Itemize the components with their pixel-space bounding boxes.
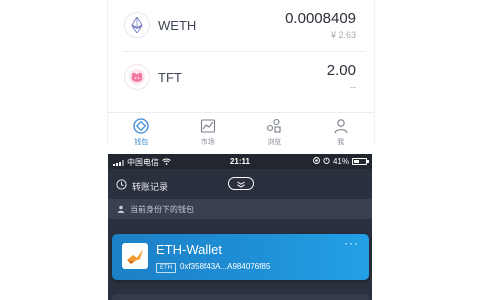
bottom-tab-bar: 钱包 市场 浏览 我 [108,112,374,147]
alarm-icon [323,157,330,166]
next-wallet-card-edge [112,294,369,300]
tab-label: 我 [337,139,345,146]
asset-symbol: TFT [158,70,182,85]
tab-label: 钱包 [134,139,149,146]
transfer-history-label: 转账记录 [132,181,169,192]
tab-label: 浏览 [267,139,282,146]
asset-fiat-value: -- [350,82,356,92]
transfer-history-button[interactable]: 转账记录 [116,177,168,195]
wallet-logo-icon [122,243,148,269]
status-bar: 中国电信 21:11 41% [108,154,372,169]
status-right: 41% [313,157,369,166]
tab-browse[interactable]: 浏览 [241,113,308,147]
profile-icon [332,117,350,135]
tab-wallet[interactable]: 钱包 [108,113,175,147]
nav-bar: 转账记录 [108,169,372,199]
asset-fiat-value: ¥ 2.63 [330,30,356,40]
tab-market[interactable]: 市场 [175,113,242,147]
tab-label: 市场 [200,139,215,146]
wallet-card[interactable]: ETH-Wallet ETH 0xf358f43A...A984076f85 ·… [112,234,369,280]
wallet-picker-screen: 中国电信 21:11 41% 转账记录 当前身份下的钱包 ETH-Wallet … [108,154,372,300]
double-chevron-down-icon [236,175,246,193]
asset-balance: 2.00 [326,62,356,79]
wallet-name: ETH-Wallet [156,242,222,257]
asset-row-tft[interactable]: TFT 2.00 -- [108,52,374,104]
clock-icon [116,177,127,195]
section-title: 当前身份下的钱包 [130,204,194,214]
wallet-icon [132,117,150,135]
user-icon [117,200,125,218]
chain-badge: ETH [156,263,176,273]
orientation-lock-icon [313,157,320,166]
ethereum-icon [124,12,150,38]
asset-balance: 0.0008409 [285,10,356,27]
wallet-section-header: 当前身份下的钱包 [108,199,372,219]
market-chart-icon [199,117,217,135]
asset-symbol: WETH [158,18,197,33]
asset-row-weth[interactable]: WETH 0.0008409 ¥ 2.63 [108,0,374,52]
wallet-address: 0xf358f43A...A984076f85 [180,262,271,271]
battery-icon [352,158,369,165]
more-options-button[interactable]: ··· [344,236,359,250]
browse-icon [265,117,283,135]
battery-percent: 41% [332,157,349,166]
wallet-asset-screen: WETH 0.0008409 ¥ 2.63 TFT 2.00 -- 钱包 市场 … [107,0,375,147]
tab-profile[interactable]: 我 [308,113,375,147]
collapse-button[interactable] [228,177,254,190]
tft-token-icon [124,64,150,90]
